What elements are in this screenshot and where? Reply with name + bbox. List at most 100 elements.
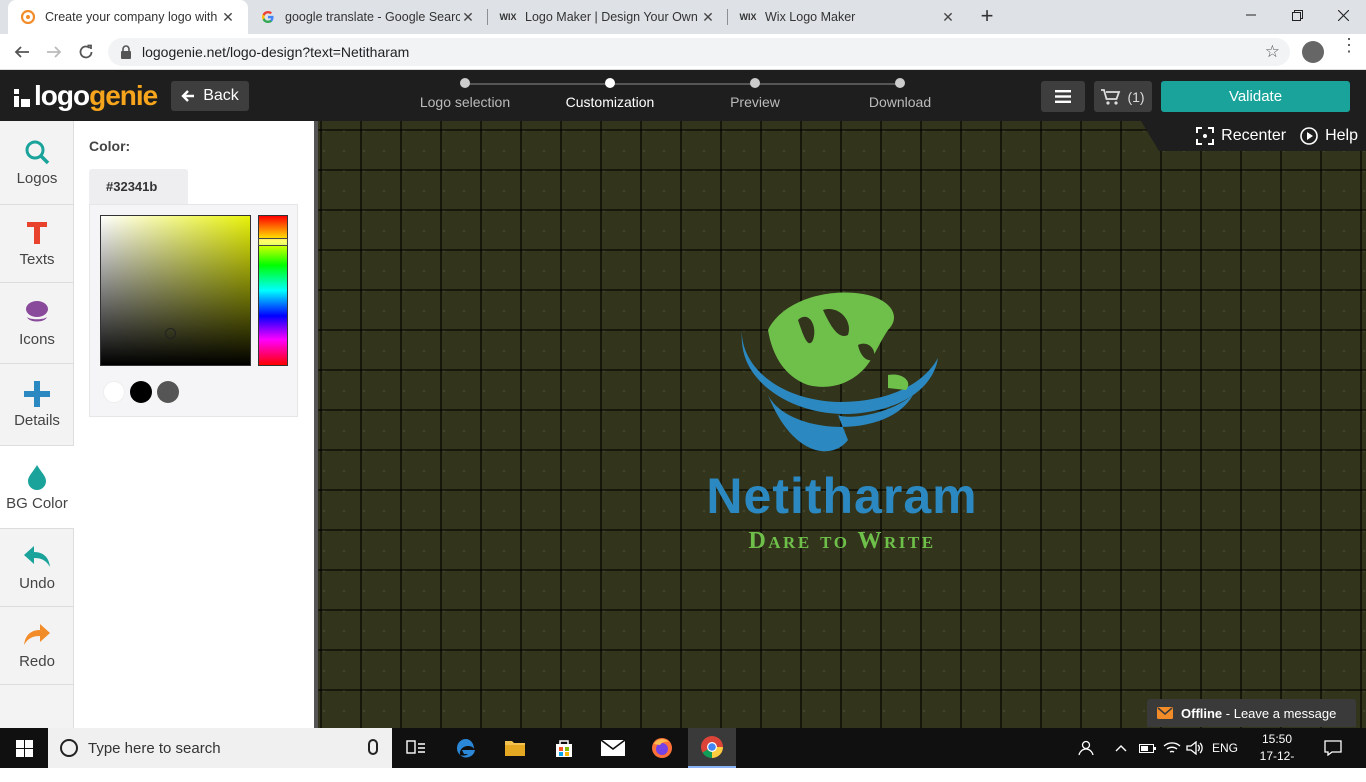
show-hidden-icons-chevron-icon[interactable] <box>1115 728 1127 768</box>
shapes-icon <box>24 299 50 327</box>
droplet-icon <box>27 463 47 491</box>
step-customization[interactable]: Customization <box>535 78 685 110</box>
minimize-button[interactable] <box>1228 0 1274 30</box>
microphone-icon[interactable] <box>368 739 378 755</box>
logo-text-genie: genie <box>89 80 158 111</box>
hue-slider[interactable] <box>258 215 288 366</box>
browser-tab-google[interactable]: google translate - Google Search ✕ <box>248 0 488 34</box>
tool-label: Icons <box>19 330 55 348</box>
hamburger-icon <box>1055 90 1071 103</box>
validate-button[interactable]: Validate <box>1161 81 1350 112</box>
hex-value-tab[interactable]: #32341b <box>89 169 188 204</box>
wix-favicon-icon: WIX <box>499 12 517 22</box>
notifications-icon[interactable] <box>1324 728 1342 768</box>
google-favicon-icon <box>260 9 276 25</box>
tool-bg-color[interactable]: BG Color <box>0 446 74 529</box>
restore-button[interactable] <box>1274 0 1320 30</box>
hamburger-menu-button[interactable] <box>1041 81 1085 112</box>
step-preview[interactable]: Preview <box>680 78 830 110</box>
color-picker-cursor[interactable] <box>165 328 176 339</box>
close-window-button[interactable] <box>1320 0 1366 30</box>
battery-icon[interactable] <box>1139 728 1157 768</box>
task-view-icon[interactable] <box>392 728 440 768</box>
chat-status: Offline <box>1181 705 1223 721</box>
taskbar-search-box[interactable]: Type here to search <box>48 728 392 768</box>
logo-tagline[interactable]: Dare to Write <box>697 528 987 555</box>
color-label: Color: <box>89 138 131 154</box>
tool-undo[interactable]: Undo <box>0 529 74 607</box>
step-dot <box>460 78 470 88</box>
url-field[interactable]: logogenie.net/logo-design?text=Netithara… <box>108 38 1290 66</box>
logo-text-logo: logo <box>34 80 90 111</box>
new-tab-button[interactable]: + <box>975 4 999 28</box>
edge-browser-icon[interactable] <box>442 728 490 768</box>
browser-tab-wix-maker[interactable]: WIX Logo Maker | Design Your Own B ✕ <box>488 0 728 34</box>
step-dot <box>895 78 905 88</box>
back-label: Back <box>203 87 239 104</box>
forward-arrow-icon[interactable] <box>42 40 66 64</box>
chrome-icon[interactable] <box>688 728 736 768</box>
tool-logos[interactable]: Logos <box>0 121 74 205</box>
clock-date: 17-12-2019 <box>1259 749 1295 780</box>
reload-icon[interactable] <box>74 40 98 64</box>
tool-label: Undo <box>19 575 55 592</box>
back-button[interactable]: Back <box>171 81 249 111</box>
globe-logo-icon[interactable] <box>738 290 942 462</box>
bookmark-star-icon[interactable]: ☆ <box>1265 42 1280 62</box>
file-explorer-icon[interactable] <box>491 728 539 768</box>
tool-details[interactable]: Details <box>0 364 74 446</box>
browser-tab-wix[interactable]: WIX Wix Logo Maker ✕ <box>728 0 968 34</box>
cart-icon <box>1101 88 1121 105</box>
start-button[interactable] <box>0 728 48 768</box>
tool-texts[interactable]: Texts <box>0 205 74 283</box>
microsoft-store-icon[interactable] <box>540 728 588 768</box>
close-tab-icon[interactable]: ✕ <box>460 9 476 26</box>
system-clock[interactable]: 15:50 17-12-2019 <box>1248 731 1306 782</box>
envelope-icon <box>1157 707 1173 719</box>
swatch-black[interactable] <box>130 381 152 403</box>
cortana-icon <box>60 739 78 757</box>
plus-icon <box>24 380 50 408</box>
app-header: logo genie Back Logo selection Customizat… <box>0 70 1366 121</box>
close-tab-icon[interactable]: ✕ <box>700 9 716 26</box>
volume-icon[interactable] <box>1186 728 1204 768</box>
hue-slider-handle[interactable] <box>258 238 288 246</box>
help-button[interactable]: Help <box>1300 127 1358 145</box>
offline-chat-widget[interactable]: Offline - Leave a message <box>1147 699 1356 727</box>
step-logo-selection[interactable]: Logo selection <box>390 78 540 110</box>
windows-logo-icon <box>15 739 33 757</box>
swatch-gray[interactable] <box>157 381 179 403</box>
saturation-value-area[interactable] <box>100 215 251 366</box>
firefox-icon[interactable] <box>638 728 686 768</box>
close-tab-icon[interactable]: ✕ <box>220 9 236 26</box>
step-download[interactable]: Download <box>825 78 975 110</box>
tab-title: Wix Logo Maker <box>765 10 856 24</box>
color-panel: Color: #32341b <box>74 121 314 728</box>
logogenie-lamp-icon <box>14 89 30 107</box>
people-icon[interactable] <box>1078 728 1096 768</box>
mail-icon[interactable] <box>589 728 637 768</box>
tool-icons[interactable]: Icons <box>0 283 74 364</box>
progress-steps: Logo selection Customization Preview Dow… <box>390 70 970 121</box>
tool-label: Details <box>14 412 60 429</box>
step-label: Download <box>868 94 932 110</box>
step-dot <box>750 78 760 88</box>
language-indicator[interactable]: ENG <box>1212 728 1238 768</box>
close-tab-icon[interactable]: ✕ <box>940 9 956 26</box>
tab-title: google translate - Google Search <box>285 10 460 24</box>
recenter-button[interactable]: Recenter <box>1196 127 1286 145</box>
browser-tab-logogenie[interactable]: Create your company logo with c ✕ <box>8 0 248 34</box>
logogenie-logo[interactable]: logo genie <box>14 80 158 111</box>
cart-button[interactable]: (1) <box>1094 81 1152 112</box>
tool-redo[interactable]: Redo <box>0 607 74 685</box>
profile-avatar[interactable] <box>1302 41 1324 63</box>
back-arrow-icon[interactable] <box>10 40 34 64</box>
swatch-white[interactable] <box>103 381 125 403</box>
browser-menu-icon[interactable]: ⋮ <box>1340 36 1358 62</box>
browser-address-bar: logogenie.net/logo-design?text=Netithara… <box>0 34 1366 70</box>
tool-label: BG Color <box>6 494 68 512</box>
logo-brand-name[interactable]: Netitharam <box>697 470 987 522</box>
wifi-icon[interactable] <box>1163 728 1181 768</box>
cart-count: (1) <box>1127 88 1145 105</box>
wix-favicon-icon: WIX <box>739 12 757 22</box>
